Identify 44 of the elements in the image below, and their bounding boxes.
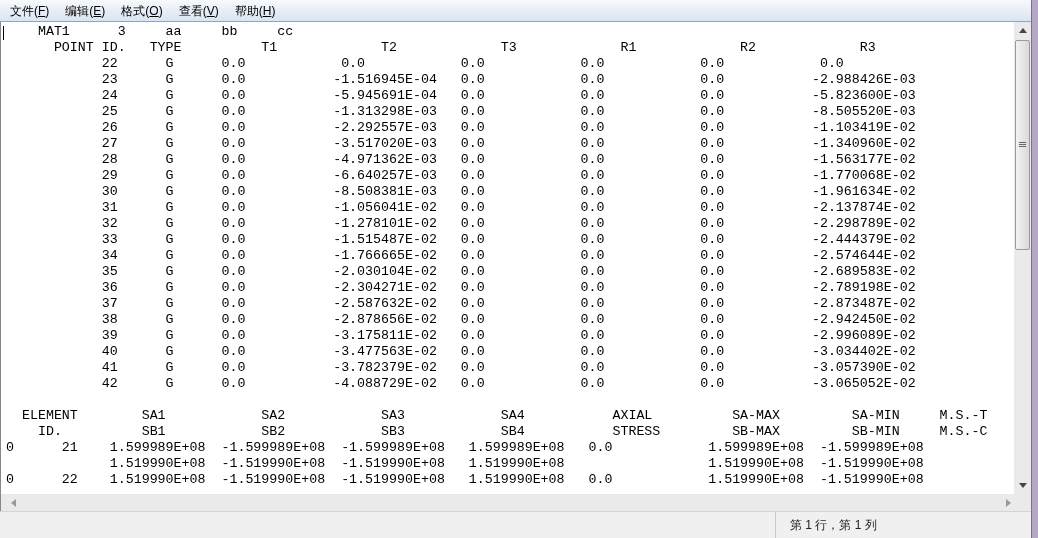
text-area[interactable] [0,22,1014,494]
text-line: 36 G 0.0 -2.304271E-02 0.0 0.0 0.0 -2.789198E-02 [100,280,916,296]
cursor-position: 第 1 行，第 1 列 [790,517,877,534]
text-line: 30 G 0.0 -8.508381E-03 0.0 0.0 0.0 -1.961634E-02 [100,184,916,200]
scroll-right-icon[interactable] [1006,498,1011,507]
scroll-down-icon[interactable] [1018,483,1027,488]
text-line: 39 G 0.0 -3.175811E-02 0.0 0.0 0.0 -2.996089E-02 [100,328,916,344]
menu-item[interactable]: 文件(F) [2,0,58,21]
text-line: 26 G 0.0 -2.292557E-03 0.0 0.0 0.0 -1.103419E-02 [100,120,916,136]
text-line: 33 G 0.0 -1.515487E-02 0.0 0.0 0.0 -2.444379E-02 [100,232,916,248]
text-line: 22 G 0.0 0.0 0.0 0.0 0.0 0.0 [100,56,844,72]
grip-icon [1019,142,1026,148]
text-line: 23 G 0.0 -1.516945E-04 0.0 0.0 0.0 -2.988426E-03 [100,72,916,88]
scroll-left-icon[interactable] [11,498,16,507]
scroll-up-icon[interactable] [1018,28,1027,33]
text-line: 1.519990E+08 -1.519990E+08 -1.519990E+08 1.519990E+08 1.519990E+08 -1.519990E+08 [108,456,924,472]
text-line: 0 22 1.519990E+08 -1.519990E+08 -1.519990E+08 1.519990E+08 0.0 1.519990E+08 -1.519990E+08 [6,472,924,488]
text-line: 31 G 0.0 -1.056041E-02 0.0 0.0 0.0 -2.137874E-02 [100,200,916,216]
text-line: 42 G 0.0 -4.088729E-02 0.0 0.0 0.0 -3.065052E-02 [100,376,916,392]
text-line: 28 G 0.0 -4.971362E-03 0.0 0.0 0.0 -1.563177E-02 [100,152,916,168]
text-line: 24 G 0.0 -5.945691E-04 0.0 0.0 0.0 -5.823600E-03 [100,88,916,104]
text-line: 41 G 0.0 -3.782379E-02 0.0 0.0 0.0 -3.057390E-02 [100,360,916,376]
text-line: ELEMENT SA1 SA2 SA3 SA4 AXIAL SA-MAX SA-MIN M.S.-T [20,408,988,424]
scroll-thumb[interactable] [1015,40,1030,250]
text-line: 25 G 0.0 -1.313298E-03 0.0 0.0 0.0 -8.505520E-03 [100,104,916,120]
text-line: ID. SB1 SB2 SB3 SB4 STRESS SB-MAX SB-MIN M.S.-C [36,424,988,440]
text-line: 29 G 0.0 -6.640257E-03 0.0 0.0 0.0 -1.770068E-02 [100,168,916,184]
menu-item[interactable]: 编辑(E) [57,0,114,21]
text-line: POINT ID. TYPE T1 T2 T3 R1 R2 R3 [52,40,876,56]
menu-item[interactable]: 帮助(H) [226,0,284,21]
text-line: 32 G 0.0 -1.278101E-02 0.0 0.0 0.0 -2.298789E-02 [100,216,916,232]
menu-item[interactable]: 查看(V) [170,0,227,21]
menu-item[interactable]: 格式(O) [113,0,171,21]
text-line: 34 G 0.0 -1.766665E-02 0.0 0.0 0.0 -2.574644E-02 [100,248,916,264]
text-line: 27 G 0.0 -3.517020E-03 0.0 0.0 0.0 -1.340960E-02 [100,136,916,152]
text-line: MAT1 3 aa bb cc [36,24,294,40]
vertical-scrollbar[interactable] [1014,22,1031,494]
horizontal-scrollbar[interactable] [0,494,1031,511]
text-line: 40 G 0.0 -3.477563E-02 0.0 0.0 0.0 -3.034402E-02 [100,344,916,360]
text-line: 35 G 0.0 -2.030104E-02 0.0 0.0 0.0 -2.689583E-02 [100,264,916,280]
text-line: 38 G 0.0 -2.878656E-02 0.0 0.0 0.0 -2.942450E-02 [100,312,916,328]
text-line: 0 21 1.599989E+08 -1.599989E+08 -1.599989E+08 1.599989E+08 0.0 1.599989E+08 -1.599989E+08 [6,440,924,456]
text-cursor [3,26,4,40]
text-line: 37 G 0.0 -2.587632E-02 0.0 0.0 0.0 -2.873487E-02 [100,296,916,312]
